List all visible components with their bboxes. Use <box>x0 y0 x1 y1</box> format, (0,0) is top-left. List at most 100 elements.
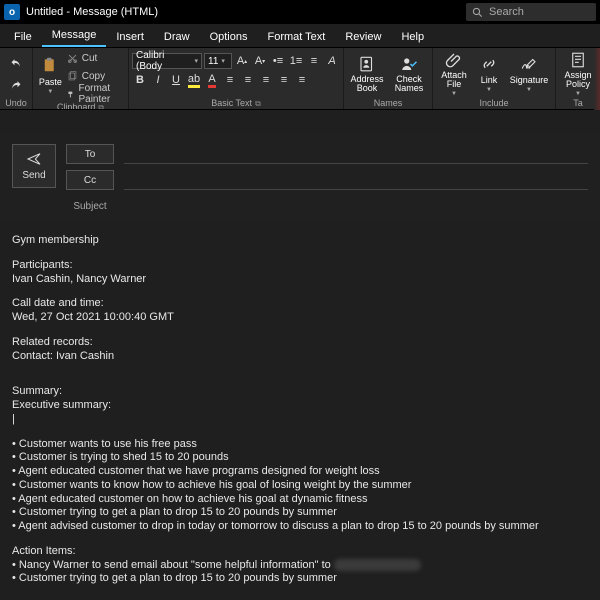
underline-button[interactable]: U <box>168 72 184 88</box>
menu-help[interactable]: Help <box>391 27 434 47</box>
policy-icon <box>569 51 587 69</box>
search-icon <box>472 7 483 18</box>
check-names-button[interactable]: Check Names <box>389 50 429 98</box>
menu-bar: File Message Insert Draw Options Format … <box>0 24 600 48</box>
signature-icon <box>520 55 538 73</box>
ribbon-overflow-indicator <box>594 48 600 110</box>
format-painter-button[interactable]: Format Painter <box>67 86 125 102</box>
to-field[interactable] <box>124 144 588 164</box>
grow-font-button[interactable]: A▴ <box>234 53 250 69</box>
menu-options[interactable]: Options <box>200 27 258 47</box>
ribbon-group-include: Attach File ▼ Link ▼ Signature ▼ Include <box>433 48 556 109</box>
attach-file-button[interactable]: Attach File ▼ <box>436 50 472 98</box>
ribbon-group-include-label: Include <box>436 98 552 109</box>
send-icon <box>26 151 42 167</box>
summary-bullet: • Agent educated customer on how to achi… <box>12 493 588 507</box>
menu-file[interactable]: File <box>4 27 42 47</box>
cursor: | <box>12 413 588 427</box>
numbering-button[interactable]: 1≡ <box>288 53 304 69</box>
ribbon-group-undo: Undo <box>0 48 33 109</box>
undo-button[interactable] <box>7 54 25 72</box>
font-name-combo[interactable]: Calibri (Body▾ <box>132 53 202 69</box>
search-box[interactable]: Search <box>466 3 596 21</box>
send-button[interactable]: Send <box>12 144 56 188</box>
ribbon-group-basic-text-label: Basic Text <box>211 98 252 109</box>
menu-format-text[interactable]: Format Text <box>257 27 335 47</box>
cc-button[interactable]: Cc <box>66 170 114 190</box>
check-names-icon <box>400 55 418 73</box>
summary-bullet: • Customer trying to get a plan to drop … <box>12 506 588 520</box>
link-icon <box>480 55 498 73</box>
summary-bullet: • Agent educated customer that we have p… <box>12 465 588 479</box>
menu-review[interactable]: Review <box>335 27 391 47</box>
menu-draw[interactable]: Draw <box>154 27 200 47</box>
indent-button[interactable]: ≡ <box>276 72 292 88</box>
cc-field[interactable] <box>124 170 588 190</box>
shrink-font-button[interactable]: A▾ <box>252 53 268 69</box>
paste-icon <box>41 57 59 75</box>
align-left-button[interactable]: ≡ <box>222 72 238 88</box>
menu-message[interactable]: Message <box>42 25 107 47</box>
attach-icon <box>445 51 463 69</box>
summary-bullet: • Customer wants to know how to achieve … <box>12 479 588 493</box>
mail-body[interactable]: Gym membership Participants: Ivan Cashin… <box>0 220 600 600</box>
subject-label: Subject <box>66 201 114 212</box>
summary-bullet: • Agent advised customer to drop in toda… <box>12 520 588 534</box>
copy-button[interactable]: Copy <box>67 68 125 84</box>
signature-button[interactable]: Signature ▼ <box>506 50 552 98</box>
action-items-label: Action Items: <box>12 545 588 559</box>
compose-header: Send To Cc Subject <box>0 134 600 220</box>
datetime-label: Call date and time: <box>12 297 588 311</box>
bullets-button[interactable]: •≡ <box>270 53 286 69</box>
related-label: Related records: <box>12 336 588 350</box>
action-item-1: • Nancy Warner to send email about "some… <box>12 559 588 573</box>
link-button[interactable]: Link ▼ <box>474 50 504 98</box>
ribbon-group-names: Address Book Check Names Names <box>344 48 433 109</box>
redacted-phone: +353892678274. <box>334 559 421 571</box>
summary-bullet: • Customer is trying to shed 15 to 20 po… <box>12 451 588 465</box>
align-right-button[interactable]: ≡ <box>258 72 274 88</box>
italic-button[interactable]: I <box>150 72 166 88</box>
summary-label: Summary: <box>12 385 588 399</box>
ribbon-group-clipboard: Paste ▼ Cut Copy Format Painter Clipboar… <box>33 48 129 109</box>
format-painter-icon <box>67 89 75 100</box>
cut-button[interactable]: Cut <box>67 50 125 66</box>
redo-button[interactable] <box>7 76 25 94</box>
highlight-button[interactable]: ab <box>186 72 202 88</box>
clear-format-button[interactable]: A <box>324 53 340 69</box>
title-bar: o Untitled - Message (HTML) Search <box>0 0 600 24</box>
address-book-icon <box>358 55 376 73</box>
ribbon-group-tags-label: Ta <box>559 98 597 109</box>
ribbon-group-names-label: Names <box>347 98 429 109</box>
search-placeholder: Search <box>489 6 524 18</box>
body-subject: Gym membership <box>12 234 588 248</box>
window-title: Untitled - Message (HTML) <box>26 6 158 18</box>
copy-icon <box>67 71 78 82</box>
subject-field[interactable] <box>124 196 588 216</box>
basic-text-launcher[interactable]: ⧉ <box>255 98 261 109</box>
address-book-button[interactable]: Address Book <box>347 50 387 98</box>
bold-button[interactable]: B <box>132 72 148 88</box>
align-center-button[interactable]: ≡ <box>240 72 256 88</box>
chevron-down-icon: ▼ <box>47 89 53 95</box>
outdent-button[interactable]: ≡ <box>306 53 322 69</box>
summary-bullet: • Customer wants to use his free pass <box>12 438 588 452</box>
paste-button[interactable]: Paste ▼ <box>36 52 65 100</box>
assign-policy-button[interactable]: Assign Policy ▼ <box>559 50 597 98</box>
ribbon-group-clipboard-label: Clipboard <box>57 102 96 110</box>
participants-value: Ivan Cashin, Nancy Warner <box>12 273 588 287</box>
summary-bullets: • Customer wants to use his free pass• C… <box>12 438 588 534</box>
cut-icon <box>67 53 78 64</box>
action-item-2: • Customer trying to get a plan to drop … <box>12 572 588 586</box>
justify-button[interactable]: ≡ <box>294 72 310 88</box>
menu-insert[interactable]: Insert <box>106 27 154 47</box>
ribbon-group-undo-label: Undo <box>3 98 29 109</box>
clipboard-launcher[interactable]: ⧉ <box>98 102 104 110</box>
ribbon: Undo Paste ▼ Cut Copy Format Painter Cli… <box>0 48 600 110</box>
font-size-combo[interactable]: 11▾ <box>204 53 232 69</box>
related-value: Contact: Ivan Cashin <box>12 350 588 364</box>
outlook-icon: o <box>4 4 20 20</box>
participants-label: Participants: <box>12 259 588 273</box>
to-button[interactable]: To <box>66 144 114 164</box>
font-color-button[interactable]: A <box>204 72 220 88</box>
